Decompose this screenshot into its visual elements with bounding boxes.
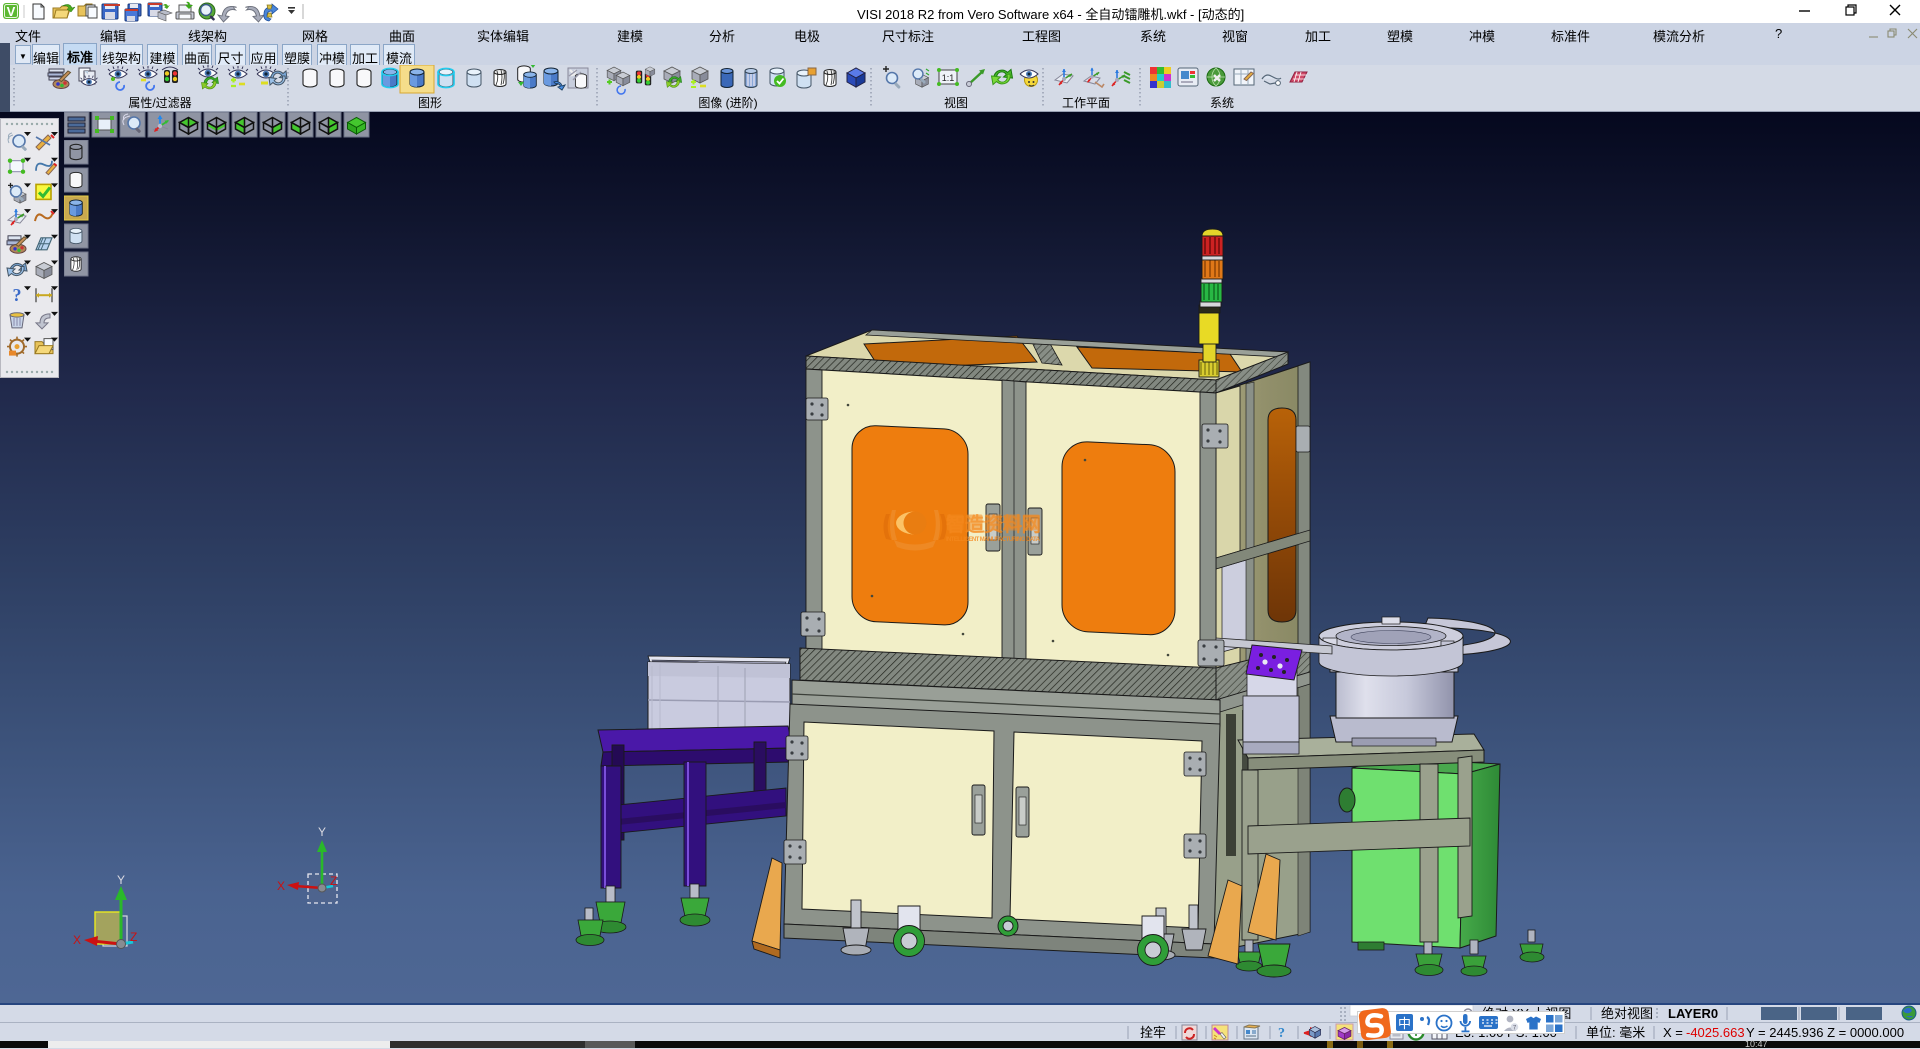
- svg-text:LAYER0: LAYER0: [1668, 1006, 1718, 1021]
- svg-text:V: V: [7, 4, 16, 19]
- svg-text:单位: 毫米: 单位: 毫米: [1586, 1025, 1645, 1040]
- svg-text:拴牢: 拴牢: [1140, 1025, 1166, 1040]
- svg-text:X =: X =: [1663, 1025, 1683, 1040]
- svg-text:1:1: 1:1: [942, 73, 955, 83]
- svg-text:绝对视图: 绝对视图: [1601, 1006, 1653, 1021]
- svg-text:Y = 2445.936 Z = 0000.000: Y = 2445.936 Z = 0000.000: [1746, 1025, 1904, 1040]
- svg-text:-4025.663: -4025.663: [1686, 1025, 1745, 1040]
- svg-text:?: ?: [13, 285, 22, 305]
- svg-text:中: 中: [1398, 1016, 1411, 1031]
- svg-text:?: ?: [1278, 1026, 1285, 1041]
